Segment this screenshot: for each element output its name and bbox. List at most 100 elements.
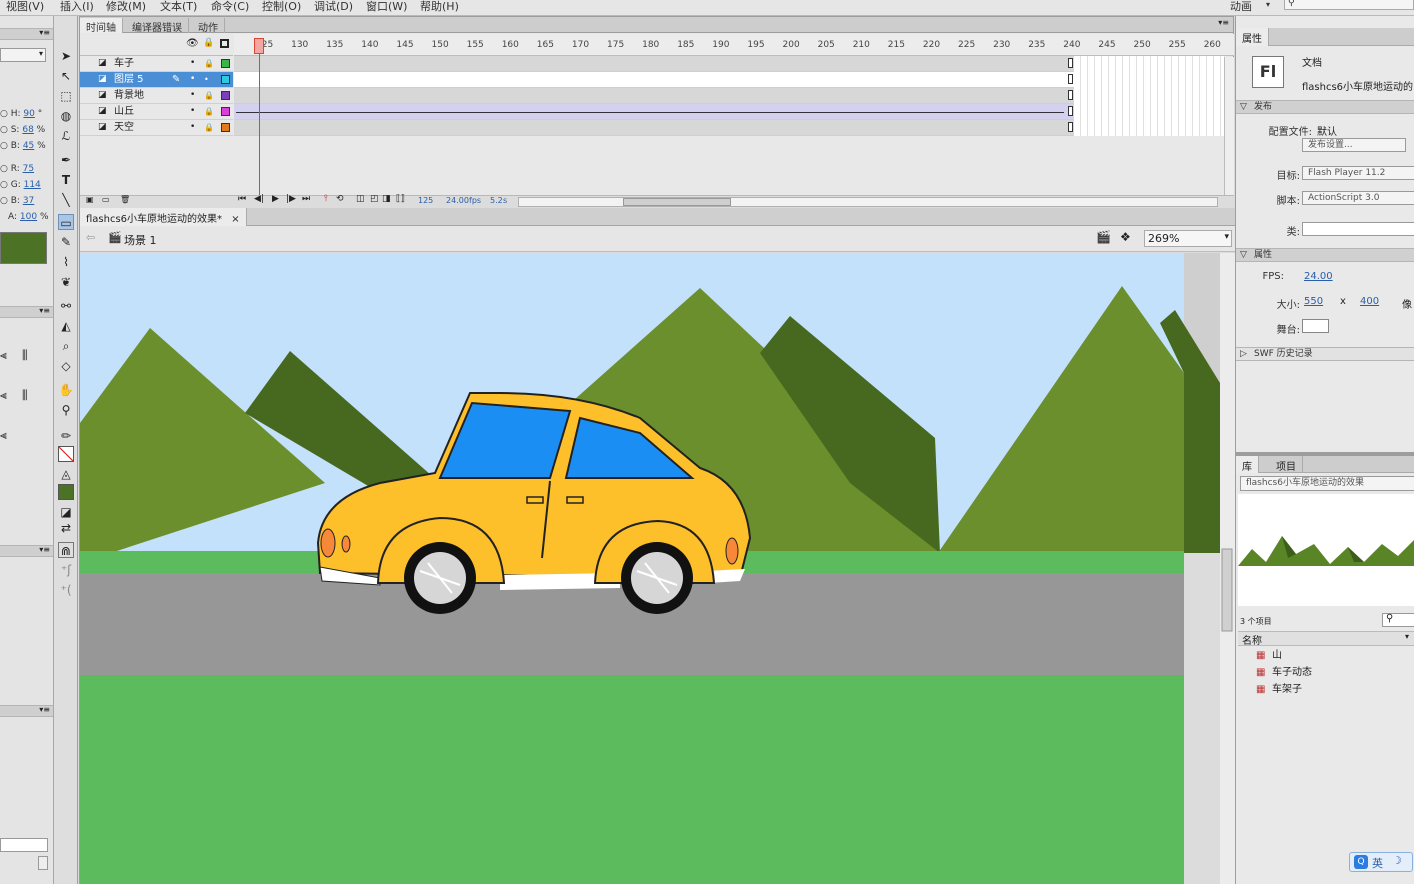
layer-frames[interactable] <box>234 88 1074 104</box>
layer-row[interactable]: ◪ 山丘 • 🔒 <box>80 104 233 120</box>
eye-icon[interactable]: 👁 <box>186 38 199 49</box>
end-keyframe[interactable] <box>1068 122 1073 132</box>
panel-menu-icon[interactable]: ▾≡ <box>39 545 50 554</box>
onion-skin-icon[interactable]: ◫ <box>356 194 365 204</box>
visibility-dot[interactable]: • <box>190 56 195 71</box>
radio-icon[interactable]: ○ <box>0 141 11 151</box>
black-white-icon[interactable]: ◪ <box>58 504 74 520</box>
tab-compiler-errors[interactable]: 编译器错误 <box>126 18 189 34</box>
edit-multiple-icon[interactable]: ◨ <box>382 194 391 204</box>
library-search-input[interactable]: ⚲ <box>1382 613 1414 627</box>
3d-rotation-tool-icon[interactable]: ◍ <box>58 108 74 124</box>
straighten-icon[interactable]: ⁺( <box>58 582 74 598</box>
paint-bucket-icon[interactable]: ◭ <box>58 318 74 334</box>
layer-frames[interactable] <box>234 120 1074 136</box>
menu-window[interactable]: 窗口(W) <box>366 0 407 14</box>
layer-outline-color[interactable] <box>221 91 230 100</box>
fill-color-icon[interactable]: ◬ <box>58 466 74 482</box>
swf-history-section[interactable]: ▷ SWF 历史记录 <box>1236 347 1414 361</box>
loop-icon[interactable]: ⟲ <box>336 194 344 204</box>
class-input[interactable] <box>1302 222 1414 236</box>
fps-value[interactable]: 24.00 <box>446 196 469 205</box>
deco-tool-icon[interactable]: ❦ <box>58 274 74 290</box>
script-select[interactable]: ActionScript 3.0 <box>1302 191 1414 205</box>
menu-command[interactable]: 命令(C) <box>211 0 249 14</box>
layer-row[interactable]: ◪ 天空 • 🔒 <box>80 120 233 136</box>
scroll-button[interactable] <box>38 856 48 870</box>
lock-icon[interactable]: 🔒 <box>204 120 214 135</box>
menu-modify[interactable]: 修改(M) <box>106 0 146 14</box>
layer-name[interactable]: 山丘 <box>114 104 134 119</box>
fill-color-swatch[interactable] <box>58 484 74 500</box>
ime-indicator[interactable]: Q 英 ☽ <box>1349 852 1413 872</box>
timeline-vscrollbar[interactable] <box>1224 57 1234 195</box>
stroke-color-icon[interactable]: ✏ <box>58 428 74 444</box>
panel-menu-icon[interactable]: ▾≡ <box>39 306 50 315</box>
tab-timeline[interactable]: 时间轴 <box>80 18 123 34</box>
timeline-hscrollbar[interactable] <box>518 197 1218 207</box>
layer-name[interactable]: 背景地 <box>114 88 144 103</box>
tab-actions[interactable]: 动作 <box>192 18 225 34</box>
frames-grid[interactable] <box>1074 56 1224 136</box>
workspace-switcher[interactable]: 动画 <box>1230 0 1252 14</box>
delete-icon[interactable]: 🗑 <box>120 195 130 204</box>
brush-tool-icon[interactable]: ⌇ <box>58 254 74 270</box>
subselection-tool-icon[interactable]: ↖ <box>58 68 74 84</box>
radio-icon[interactable]: ○ <box>0 180 11 190</box>
panel-menu-icon[interactable]: ▾≡ <box>1218 18 1229 27</box>
fps-input[interactable]: 24.00 <box>1304 271 1333 282</box>
library-item[interactable]: ▦ 车架子 <box>1238 682 1414 699</box>
height-input[interactable]: 400 <box>1360 296 1379 307</box>
end-keyframe[interactable] <box>1068 74 1073 84</box>
free-transform-tool-icon[interactable]: ⬚ <box>58 88 74 104</box>
scene-breadcrumb[interactable]: 场景 1 <box>124 232 157 248</box>
edit-symbol-icon[interactable]: ❖ <box>1120 230 1131 244</box>
radio-icon[interactable]: ○ <box>0 125 11 135</box>
scrollbar-thumb[interactable] <box>623 198 731 206</box>
library-column-header[interactable]: 名称 ▾ <box>1238 631 1414 647</box>
visibility-dot[interactable]: • <box>190 88 195 103</box>
back-arrow-icon[interactable]: ⇦ <box>86 231 95 244</box>
layer-row[interactable]: ◪ 背景地 • 🔒 <box>80 88 233 104</box>
last-frame-icon[interactable]: ⏭ <box>302 194 310 204</box>
step-back-icon[interactable]: ◀| <box>254 194 264 204</box>
end-keyframe[interactable] <box>1068 58 1073 68</box>
menu-debug[interactable]: 调试(D) <box>314 0 353 14</box>
lock-icon[interactable]: • <box>204 72 209 87</box>
properties-section[interactable]: ▽ 属性 <box>1236 248 1414 262</box>
align-left-icon[interactable]: ⫷ <box>0 348 7 363</box>
radio-icon[interactable]: ○ <box>0 109 11 119</box>
frame-ruler[interactable]: 125 130 135 140 145 150 155 160 165 170 175 180 185 1… <box>234 34 1234 56</box>
match-size-icon[interactable]: ⫷ <box>0 428 7 443</box>
visibility-dot[interactable]: • <box>190 72 195 87</box>
panel-menu-icon[interactable]: ▾≡ <box>39 705 50 714</box>
first-frame-icon[interactable]: ⏮ <box>238 194 246 204</box>
scrollbar-thumb[interactable] <box>1221 548 1233 632</box>
menu-view[interactable]: 视图(V) <box>6 0 44 14</box>
current-frame-value[interactable]: 125 <box>418 196 433 205</box>
align-center-icon[interactable]: ⫼ <box>22 348 28 363</box>
visibility-dot[interactable]: • <box>190 104 195 119</box>
layer-row[interactable]: ◪ 图层 5 ✎ • • <box>80 72 233 88</box>
new-layer-icon[interactable]: ▣ <box>86 195 94 204</box>
selection-tool-icon[interactable]: ➤ <box>58 48 74 64</box>
help-search-input[interactable]: ⚲ <box>1284 0 1414 10</box>
tab-properties[interactable]: 属性 <box>1236 28 1269 46</box>
tab-library[interactable]: 库 <box>1236 456 1259 473</box>
menu-control[interactable]: 控制(O) <box>262 0 301 14</box>
layer-name[interactable]: 天空 <box>114 120 134 135</box>
onion-outline-icon[interactable]: ◰ <box>370 194 379 204</box>
text-input[interactable] <box>0 838 48 852</box>
stage-color-swatch[interactable] <box>1302 319 1329 333</box>
bone-tool-icon[interactable]: ⚯ <box>58 298 74 314</box>
library-item[interactable]: ▦ 车子动态 <box>1238 665 1414 682</box>
layer-frames[interactable] <box>234 56 1074 72</box>
lock-icon[interactable]: 🔒 <box>204 88 214 103</box>
alpha-value[interactable]: 100 <box>20 212 37 222</box>
green-value[interactable]: 114 <box>24 180 41 190</box>
pencil-tool-icon[interactable]: ✎ <box>58 234 74 250</box>
distribute-icon[interactable]: ⫷ <box>0 388 7 403</box>
lock-icon[interactable]: 🔒 <box>203 38 214 48</box>
close-icon[interactable]: × <box>231 214 239 225</box>
stroke-color-swatch[interactable] <box>58 446 74 462</box>
